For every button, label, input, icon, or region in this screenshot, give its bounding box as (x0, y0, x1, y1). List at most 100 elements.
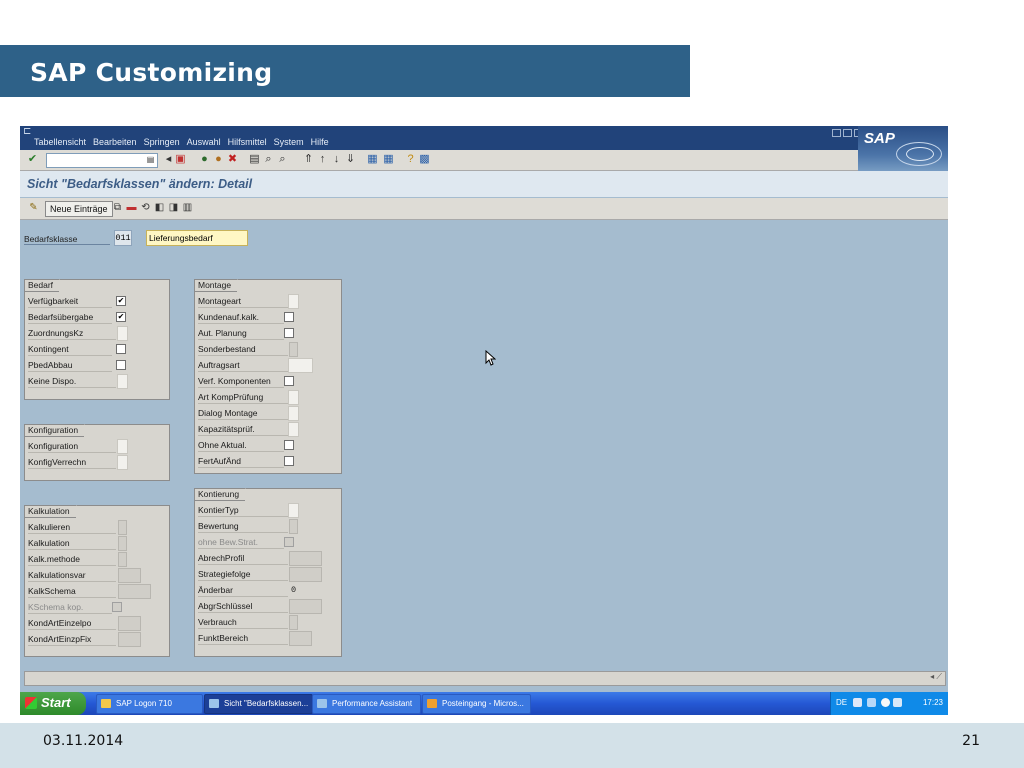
input-field[interactable] (118, 568, 141, 583)
input-field[interactable] (117, 374, 128, 389)
status-bar-resize-icon[interactable]: ◂ ⟋ (930, 672, 942, 682)
window-menu-icon[interactable]: ⊏ (23, 126, 31, 137)
input-field[interactable] (289, 551, 322, 566)
group-montage: Montage Montageart Kundenauf.kalk. Aut. … (194, 279, 342, 474)
group-bedarf: Bedarf Verfügbarkeit ✔ Bedarfsübergabe ✔… (24, 279, 170, 400)
next-entry-icon[interactable]: ◨ (168, 202, 179, 213)
previous-page-icon[interactable]: ↑ (316, 153, 329, 166)
input-field[interactable] (288, 503, 299, 518)
checkbox[interactable] (284, 376, 294, 386)
field-label: Konfiguration (28, 439, 116, 453)
field-label: Aut. Planung (198, 326, 284, 340)
outlook-icon (427, 699, 437, 708)
field-label: Kapazitätsprüf. (198, 422, 288, 436)
field-label: KondArtEinzpFix (28, 632, 116, 646)
find-next-icon[interactable]: ⌕ (276, 153, 289, 166)
field-label: Kalkulationsvar (28, 568, 116, 582)
first-page-icon[interactable]: ⇑ (302, 153, 315, 166)
sap-window: ⊏ Tabellensicht Bearbeiten Springen Ausw… (20, 126, 948, 715)
input-field[interactable] (288, 406, 299, 421)
language-indicator[interactable]: DE (836, 698, 847, 707)
start-button[interactable]: Start (20, 692, 86, 715)
field-label: ZuordnungsKz (28, 326, 116, 340)
input-field[interactable] (117, 326, 128, 341)
input-field[interactable] (288, 358, 313, 373)
maximize-icon[interactable] (843, 129, 852, 137)
slide-date: 03.11.2014 (43, 733, 124, 749)
taskbar-button-posteingang[interactable]: Posteingang - Micros... (422, 694, 531, 714)
help-icon[interactable]: ? (404, 153, 417, 166)
delete-icon[interactable]: ▬ (126, 202, 137, 213)
checkbox-checked[interactable]: ✔ (116, 296, 126, 306)
help-tray-icon[interactable] (853, 698, 862, 707)
transport-icon[interactable]: ▥ (182, 202, 193, 213)
taskbar-button-sap-logon[interactable]: SAP Logon 710 (96, 694, 203, 714)
input-field[interactable] (289, 599, 322, 614)
new-session-icon[interactable]: ▦ (366, 153, 379, 166)
input-field[interactable] (118, 552, 127, 567)
shortcut-icon[interactable]: ▦ (382, 153, 395, 166)
volume-tray-icon[interactable] (881, 698, 890, 707)
previous-entry-icon[interactable]: ◧ (154, 202, 165, 213)
input-field[interactable] (289, 631, 312, 646)
input-field[interactable] (118, 616, 141, 631)
menu-tabellensicht[interactable]: Tabellensicht (34, 137, 86, 147)
back-icon[interactable]: ● (198, 153, 211, 166)
menu-hilfsmittel[interactable]: Hilfsmittel (228, 137, 267, 147)
input-field[interactable] (118, 520, 127, 535)
menu-auswahl[interactable]: Auswahl (187, 137, 221, 147)
checkbox[interactable] (284, 440, 294, 450)
input-field[interactable] (288, 294, 299, 309)
checkbox[interactable] (116, 360, 126, 370)
minimize-icon[interactable] (832, 129, 841, 137)
checkbox[interactable] (284, 328, 294, 338)
field-label: Verfügbarkeit (28, 294, 112, 308)
find-icon[interactable]: ⌕ (262, 153, 275, 166)
input-field[interactable] (289, 567, 322, 582)
input-field[interactable] (117, 439, 128, 454)
command-field[interactable] (46, 153, 158, 168)
undo-change-icon[interactable]: ⟲ (140, 202, 151, 213)
checkbox[interactable] (284, 456, 294, 466)
input-field[interactable] (118, 584, 151, 599)
input-field[interactable] (117, 455, 128, 470)
exit-icon[interactable]: ● (212, 153, 225, 166)
system-tray: DE 17:23 (830, 692, 948, 715)
new-entries-button[interactable]: Neue Einträge (45, 201, 113, 217)
input-field[interactable] (288, 422, 299, 437)
command-dropdown-icon[interactable]: ▤ (144, 153, 157, 166)
header-description-field[interactable]: Lieferungsbedarf (146, 230, 248, 246)
header-key-field[interactable]: 011 (114, 230, 132, 246)
checkbox-checked[interactable]: ✔ (116, 312, 126, 322)
input-field[interactable] (288, 390, 299, 405)
slide-footer: 03.11.2014 21 (0, 723, 1024, 768)
last-page-icon[interactable]: ⇓ (344, 153, 357, 166)
layout-menu-icon[interactable]: ▩ (418, 153, 431, 166)
group-kontierung: Kontierung KontierTyp Bewertung ohne Bew… (194, 488, 342, 657)
display-change-icon[interactable]: ✎ (28, 202, 39, 213)
input-field[interactable] (289, 342, 298, 357)
menu-hilfe[interactable]: Hilfe (311, 137, 329, 147)
menu-bar: ⊏ Tabellensicht Bearbeiten Springen Ausw… (20, 126, 948, 150)
checkbox[interactable] (284, 312, 294, 322)
print-icon[interactable]: ▤ (248, 153, 261, 166)
taskbar-button-sicht[interactable]: Sicht "Bedarfsklassen... (204, 694, 313, 714)
input-field[interactable] (289, 615, 298, 630)
cancel-icon[interactable]: ✖ (226, 153, 239, 166)
checkbox[interactable] (116, 344, 126, 354)
clock: 17:23 (922, 698, 943, 707)
taskbar-button-performance-assistant[interactable]: Performance Assistant (312, 694, 421, 714)
menu-bearbeiten[interactable]: Bearbeiten (93, 137, 137, 147)
next-page-icon[interactable]: ↓ (330, 153, 343, 166)
menu-springen[interactable]: Springen (144, 137, 180, 147)
menu-system[interactable]: System (274, 137, 304, 147)
enter-icon[interactable]: ✔ (26, 153, 39, 166)
input-field[interactable] (289, 519, 298, 534)
copy-as-icon[interactable]: ⧉ (112, 202, 123, 213)
input-field[interactable] (118, 536, 127, 551)
network-tray-icon[interactable] (867, 698, 876, 707)
wifi-tray-icon[interactable] (893, 698, 902, 707)
input-field[interactable] (118, 632, 141, 647)
taskbar-button-label: Sicht "Bedarfsklassen... (224, 699, 309, 708)
save-icon[interactable]: ▣ (174, 153, 187, 166)
